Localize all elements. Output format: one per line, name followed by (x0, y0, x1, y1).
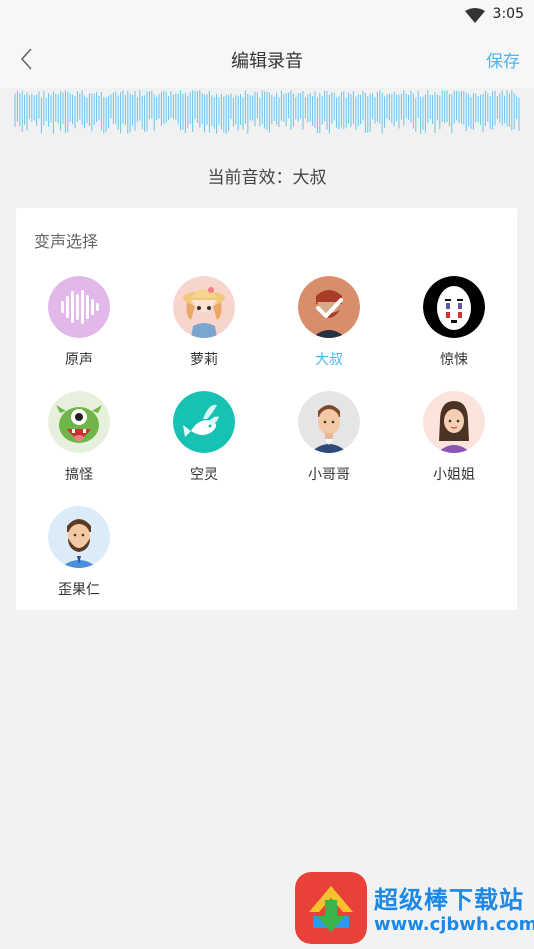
voice-option-thriller[interactable]: 惊悚 (399, 276, 509, 376)
current-effect: 当前音效：大叔 (0, 163, 534, 188)
foreigner-avatar-icon (48, 506, 110, 568)
status-time: 3:05 (492, 6, 524, 22)
current-effect-label: 当前音效： (207, 168, 293, 188)
page-title: 编辑录音 (231, 51, 303, 72)
young-man-avatar-icon (298, 391, 360, 453)
watermark-url: www.cjbwh.com (374, 914, 534, 935)
voice-option-loli[interactable]: 萝莉 (149, 276, 259, 376)
girl-avatar-icon (173, 276, 235, 338)
monster-avatar-icon (48, 391, 110, 453)
voice-label: 小哥哥 (308, 467, 350, 483)
nav-bar: 编辑录音 保存 (0, 30, 534, 88)
status-bar: 3:05 (0, 0, 534, 30)
noface-mask-icon (423, 276, 485, 338)
wifi-icon (465, 8, 485, 23)
waveform (14, 90, 520, 134)
voice-option-original[interactable]: 原声 (24, 276, 134, 376)
voice-label: 原声 (65, 352, 93, 368)
young-woman-avatar-icon (423, 391, 485, 453)
voice-option-funny[interactable]: 搞怪 (24, 391, 134, 491)
voice-changer-panel: 变声选择 原声 萝莉 大叔 惊悚 搞怪 空灵 小哥哥 小姐姐 歪果仁 (16, 208, 517, 610)
voice-option-young-man[interactable]: 小哥哥 (274, 391, 384, 491)
voice-option-ethereal[interactable]: 空灵 (149, 391, 259, 491)
uncle-avatar-icon (298, 276, 360, 338)
voice-label: 大叔 (315, 352, 343, 368)
panel-title: 变声选择 (34, 232, 99, 251)
watermark-brand: 超级棒下载站 (374, 886, 524, 914)
voice-label: 搞怪 (65, 467, 93, 483)
voice-option-foreigner[interactable]: 歪果仁 (24, 506, 134, 606)
voice-option-young-woman[interactable]: 小姐姐 (399, 391, 509, 491)
current-effect-value: 大叔 (292, 168, 327, 188)
voice-label: 惊悚 (440, 352, 468, 368)
waveform-icon (48, 276, 110, 338)
watermark-logo (295, 872, 367, 944)
waveform-area[interactable] (0, 88, 534, 138)
voice-option-uncle[interactable]: 大叔 (274, 276, 384, 376)
voice-label: 小姐姐 (433, 467, 475, 483)
voice-label: 歪果仁 (58, 582, 100, 598)
voice-label: 萝莉 (190, 352, 218, 368)
save-button[interactable]: 保存 (486, 47, 520, 72)
fish-icon (173, 391, 235, 453)
voice-label: 空灵 (190, 467, 218, 483)
